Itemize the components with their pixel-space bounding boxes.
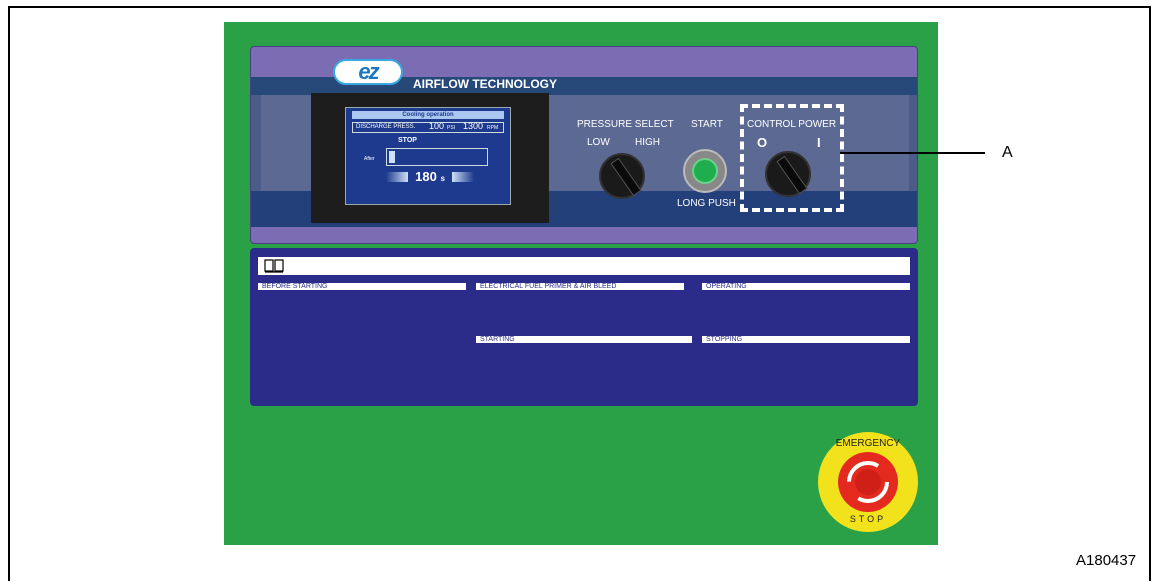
tab-starting: STARTING (476, 336, 692, 343)
start-button[interactable] (683, 149, 727, 193)
stop-label: STOP (849, 514, 887, 524)
timer-value: 180 (415, 169, 437, 184)
callout-leader-line (840, 152, 985, 154)
emergency-stop-button[interactable]: EMERGENCY STOP (818, 432, 918, 532)
countdown-bar (386, 148, 488, 166)
tab-before-starting: BEFORE STARTING (258, 283, 466, 290)
manual-header-bar (258, 257, 910, 275)
start-button-light (692, 158, 718, 184)
discharge-pressure-row: DISCHARGE PRESS. 100 PSI 1300 RPM (352, 122, 504, 133)
discharge-label: DISCHARGE PRESS. (356, 124, 416, 130)
timer-gradient-right (452, 172, 474, 182)
callout-label: A (1002, 144, 1013, 161)
brand-name: AIRFLOW TECHNOLOGY (413, 77, 557, 91)
rotate-arrows-icon (847, 461, 889, 503)
tab-operating: OPERATING (702, 283, 910, 290)
lcd-display: Cooling operation DISCHARGE PRESS. 100 P… (345, 107, 511, 205)
pressure-select-knob[interactable] (599, 153, 645, 199)
countdown-fill (389, 151, 395, 163)
pressure-unit: PSI (447, 125, 456, 131)
control-power-highlight (740, 104, 844, 212)
timer-readout: 180 s (386, 170, 474, 184)
after-label: After (364, 156, 375, 162)
brand-logo-text: ez (358, 59, 379, 84)
long-push-label: LONG PUSH (677, 198, 736, 209)
rpm-value: 1300 (463, 121, 484, 131)
emergency-stop-cap (838, 452, 898, 512)
pressure-knob-pointer (610, 157, 642, 197)
display-bezel: Cooling operation DISCHARGE PRESS. 100 P… (311, 93, 549, 223)
pressure-low-label: LOW (587, 137, 610, 148)
status-text: STOP (398, 137, 417, 144)
pressure-value: 100 (429, 121, 445, 131)
emergency-label: EMERGENCY (835, 438, 901, 449)
timer-unit: s (440, 174, 445, 183)
pressure-select-label: PRESSURE SELECT (577, 119, 674, 130)
instruction-panel: BEFORE STARTING ELECTRICAL FUEL PRIMER &… (250, 248, 918, 406)
manual-book-icon (264, 259, 284, 273)
brand-logo: ez (333, 59, 403, 85)
start-label: START (691, 119, 723, 130)
tab-fuel-primer: ELECTRICAL FUEL PRIMER & AIR BLEED (476, 283, 684, 290)
rpm-unit: RPM (487, 125, 499, 131)
display-title: Cooling operation (352, 111, 504, 119)
timer-gradient-left (386, 172, 408, 182)
tab-stopping: STOPPING (702, 336, 910, 343)
figure-id: A180437 (1076, 552, 1137, 569)
pressure-high-label: HIGH (635, 137, 660, 148)
